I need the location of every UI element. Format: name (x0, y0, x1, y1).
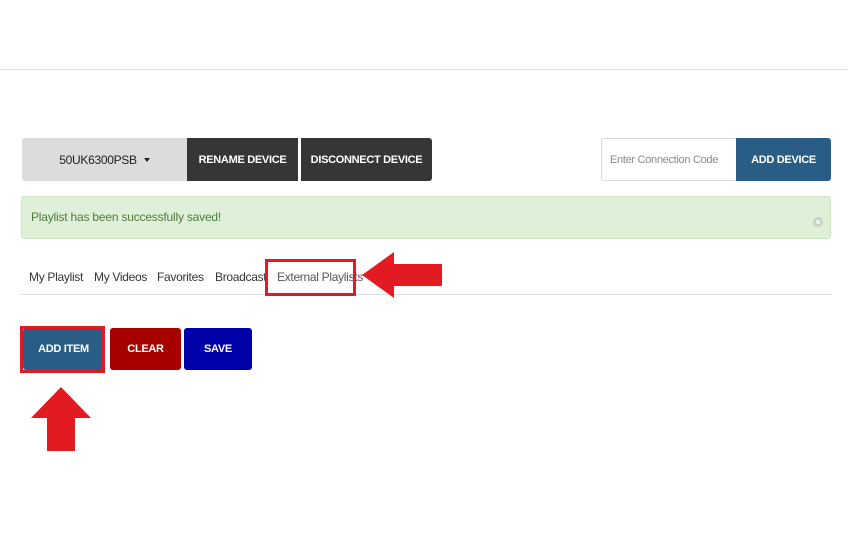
header-divider (0, 69, 848, 70)
highlight-box-add-item (20, 326, 105, 373)
device-name: 50UK6300PSB (59, 152, 137, 167)
connection-code-input[interactable] (601, 138, 737, 181)
tab-my-playlist[interactable]: My Playlist (29, 270, 83, 284)
arrow-up-icon (31, 387, 91, 451)
device-dropdown[interactable]: 50UK6300PSB (22, 138, 187, 181)
rename-device-button[interactable]: RENAME DEVICE (187, 138, 298, 181)
caret-down-icon (143, 157, 150, 162)
tab-my-videos[interactable]: My Videos (94, 270, 147, 284)
alert-message: Playlist has been successfully saved! (31, 210, 222, 224)
arrow-left-icon (362, 252, 442, 298)
save-button[interactable]: SAVE (184, 328, 252, 370)
highlight-box-external-playlists (265, 259, 356, 296)
disconnect-device-button[interactable]: DISCONNECT DEVICE (301, 138, 432, 181)
close-icon[interactable] (813, 217, 823, 227)
tab-broadcast[interactable]: Broadcast (215, 270, 267, 284)
tab-favorites[interactable]: Favorites (157, 270, 204, 284)
success-alert: Playlist has been successfully saved! (21, 196, 831, 239)
clear-button[interactable]: CLEAR (110, 328, 181, 370)
add-device-button[interactable]: ADD DEVICE (736, 138, 831, 181)
